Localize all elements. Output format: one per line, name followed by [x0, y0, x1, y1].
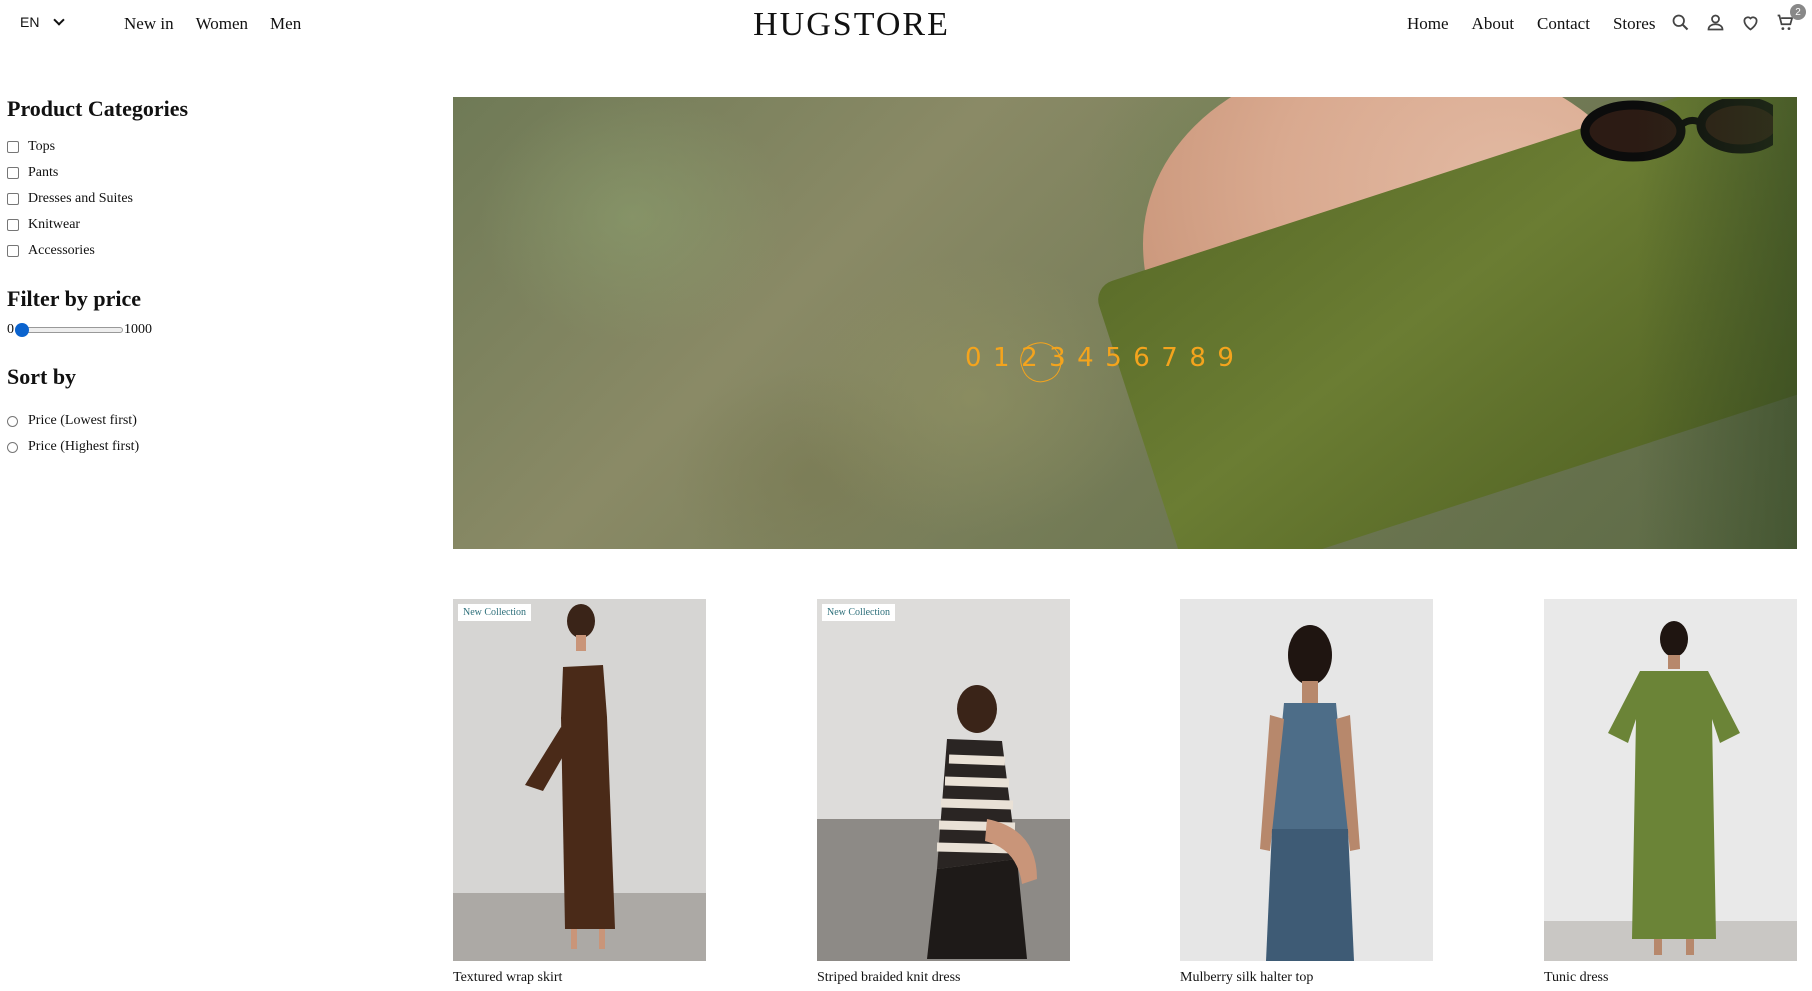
checkbox[interactable]	[7, 219, 19, 231]
category-label: Pants	[28, 165, 59, 180]
category-knitwear[interactable]: Knitwear	[7, 212, 307, 238]
sort-title: Sort by	[7, 364, 77, 389]
radio-button[interactable]	[7, 441, 18, 453]
sort-label: Price (Lowest first)	[28, 413, 137, 428]
captcha-digits: 0123456789	[965, 343, 1246, 373]
model-figure	[525, 604, 615, 949]
product-name[interactable]: Tunic dress	[1544, 970, 1797, 986]
sort-price-lowest[interactable]: Price (Lowest first)	[7, 408, 307, 434]
new-collection-badge: New Collection	[458, 604, 532, 621]
price-filter-title: Filter by price	[7, 286, 141, 311]
product-image[interactable]	[1544, 599, 1797, 961]
category-label: Knitwear	[28, 217, 81, 232]
cart-icon[interactable]: 2	[1775, 4, 1806, 33]
product-card[interactable]: Tunic dress	[1544, 599, 1797, 986]
hero-shade	[1637, 97, 1797, 549]
product-image[interactable]: New Collection	[817, 599, 1070, 961]
category-pants[interactable]: Pants	[7, 160, 307, 186]
filter-sidebar: Product Categories Tops Pants Dresses an…	[7, 96, 307, 460]
checkbox[interactable]	[7, 193, 19, 205]
price-max-label: 1000	[124, 322, 152, 337]
price-min-label: 0	[7, 322, 14, 337]
category-label: Tops	[28, 139, 56, 154]
sort-price-highest[interactable]: Price (Highest first)	[7, 434, 307, 460]
heart-icon[interactable]	[1740, 12, 1761, 33]
checkbox[interactable]	[7, 167, 19, 179]
nav-stores[interactable]: Stores	[1613, 14, 1656, 34]
product-image[interactable]	[1180, 599, 1433, 961]
category-label: Dresses and Suites	[28, 191, 133, 206]
header: EN New in Women Men HUGSTORE Home About …	[0, 0, 1812, 50]
nav-home[interactable]: Home	[1407, 14, 1449, 34]
search-icon[interactable]	[1670, 12, 1691, 33]
product-grid: New Collection Textured wrap skirt New C…	[453, 599, 1797, 991]
hero-banner: 0123456789	[453, 97, 1797, 549]
sort-label: Price (Highest first)	[28, 439, 140, 454]
price-slider-handle[interactable]	[15, 323, 30, 337]
model-figure	[1608, 621, 1740, 955]
product-image[interactable]: New Collection	[453, 599, 706, 961]
price-range: 0 1000	[7, 322, 307, 338]
site-nav: Home About Contact Stores	[1407, 14, 1655, 34]
new-collection-badge: New Collection	[822, 604, 896, 621]
category-accessories[interactable]: Accessories	[7, 238, 307, 264]
nav-contact[interactable]: Contact	[1537, 14, 1590, 34]
checkbox[interactable]	[7, 141, 19, 153]
category-label: Accessories	[28, 243, 95, 258]
category-dresses[interactable]: Dresses and Suites	[7, 186, 307, 212]
product-card[interactable]: Mulberry silk halter top	[1180, 599, 1433, 986]
cart-count-badge: 2	[1790, 4, 1806, 20]
product-name[interactable]: Textured wrap skirt	[453, 970, 706, 986]
category-list: Tops Pants Dresses and Suites Knitwear A…	[7, 134, 307, 264]
user-icon[interactable]	[1705, 12, 1726, 33]
model-figure	[927, 685, 1037, 959]
nav-about[interactable]: About	[1472, 14, 1515, 34]
product-name[interactable]: Mulberry silk halter top	[1180, 970, 1433, 986]
product-card[interactable]: New Collection Striped braided knit dres…	[817, 599, 1070, 986]
checkbox[interactable]	[7, 245, 19, 257]
categories-title: Product Categories	[7, 96, 189, 121]
model-figure	[1260, 625, 1360, 961]
header-icons: 2	[1670, 4, 1806, 33]
category-tops[interactable]: Tops	[7, 134, 307, 160]
radio-button[interactable]	[7, 415, 18, 427]
product-card[interactable]: New Collection Textured wrap skirt	[453, 599, 706, 986]
product-name[interactable]: Striped braided knit dress	[817, 970, 1070, 986]
price-slider[interactable]	[15, 323, 123, 337]
